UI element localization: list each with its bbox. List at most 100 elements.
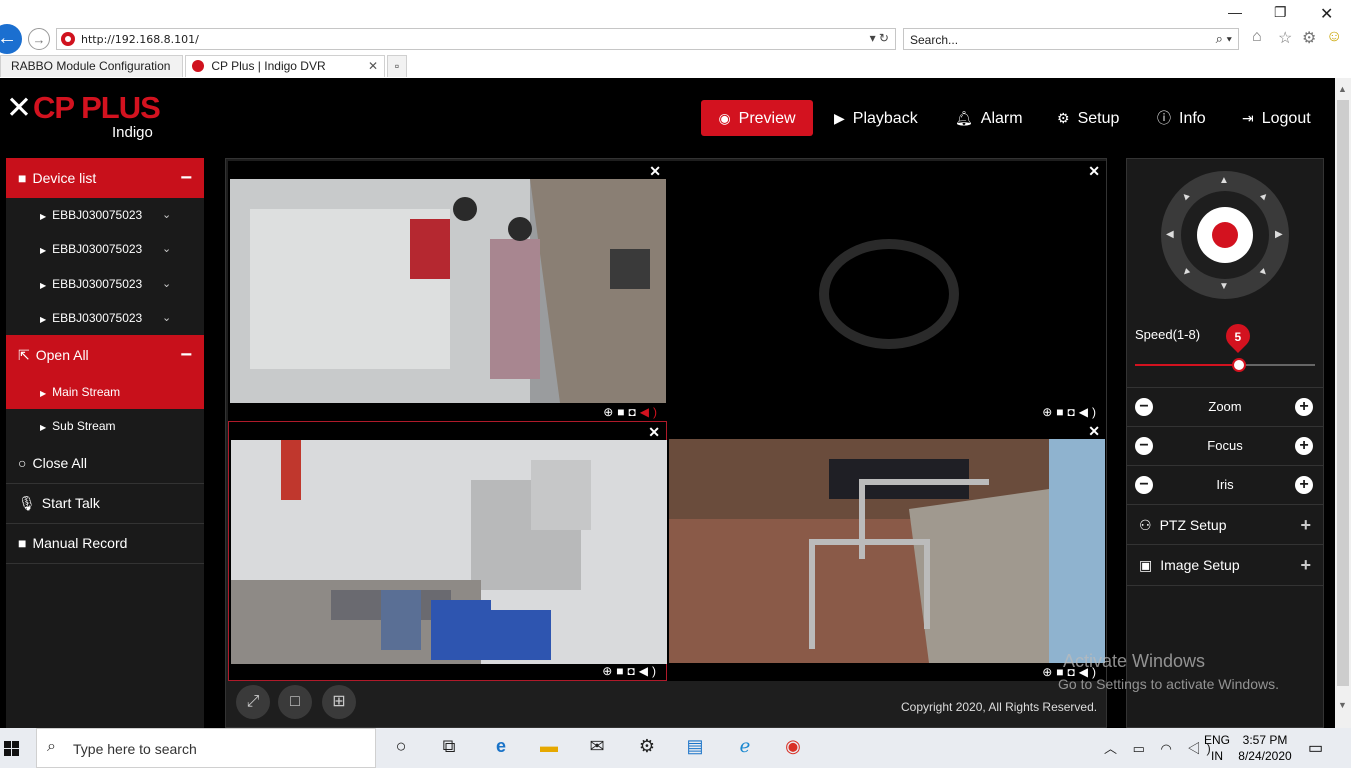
device-item[interactable]: ▶ EBBJ030075023 ⌄ bbox=[6, 198, 204, 232]
close-icon[interactable]: ✕ bbox=[648, 424, 660, 441]
arrow-down-left-icon[interactable]: ▼ bbox=[1179, 265, 1194, 280]
video-cell-3[interactable]: ✕ ⊕■◘◀) bbox=[228, 421, 667, 681]
file-explorer-icon[interactable]: ▬ bbox=[534, 736, 564, 757]
tab-cp-plus[interactable]: CP Plus | Indigo DVR ✕ bbox=[185, 55, 385, 77]
video-cell-1[interactable]: ✕ ⊕■◘◀) bbox=[228, 161, 667, 421]
device-item[interactable]: ▶ EBBJ030075023 ⌄ bbox=[6, 301, 204, 335]
audio-icon[interactable]: ◀) bbox=[639, 664, 660, 678]
focus-plus-button[interactable]: + bbox=[1295, 437, 1313, 455]
settings-icon[interactable]: ⚙ bbox=[632, 736, 662, 757]
address-bar[interactable]: http://192.168.8.101/ ▾ ↻ bbox=[56, 28, 896, 50]
arrow-left-icon[interactable]: ◀ bbox=[1166, 229, 1174, 240]
arrow-up-icon[interactable]: ▲ bbox=[1219, 175, 1229, 186]
stream-sub[interactable]: ▶ Sub Stream bbox=[6, 409, 204, 443]
nav-alarm[interactable]: 🔔︎ Alarm bbox=[955, 100, 1023, 136]
audio-icon[interactable]: ◀) bbox=[1079, 405, 1100, 419]
focus-minus-button[interactable]: − bbox=[1135, 437, 1153, 455]
arrow-down-right-icon[interactable]: ▼ bbox=[1257, 265, 1272, 280]
edge-icon[interactable]: e bbox=[486, 736, 516, 757]
record-icon[interactable]: ■ bbox=[616, 664, 627, 678]
iris-minus-button[interactable]: − bbox=[1135, 476, 1153, 494]
audio-icon[interactable]: ◀) bbox=[640, 405, 661, 419]
nav-setup[interactable]: ⚙ Setup bbox=[1057, 100, 1119, 136]
open-all-header[interactable]: ⇱ Open All − bbox=[6, 335, 204, 375]
tab-rabbo[interactable]: RABBO Module Configuration bbox=[0, 55, 183, 77]
snapshot-icon[interactable]: ◘ bbox=[1068, 405, 1079, 419]
record-icon[interactable]: ■ bbox=[617, 405, 628, 419]
manual-record-button[interactable]: ■ Manual Record bbox=[6, 524, 204, 564]
ptz-direction-pad[interactable]: ▲ ▼ ◀ ▶ ▲ ▲ ▼ ▼ bbox=[1161, 171, 1289, 299]
ptz-center-button[interactable] bbox=[1197, 207, 1253, 263]
new-tab-icon[interactable]: ▫ bbox=[387, 55, 407, 77]
start-talk-button[interactable]: 🎙︎ Start Talk bbox=[6, 484, 204, 524]
nav-logout[interactable]: ⇥ Logout bbox=[1242, 100, 1311, 136]
chevron-down-icon[interactable]: ⌄ bbox=[162, 232, 171, 266]
zoom-out-button[interactable]: − bbox=[1135, 398, 1153, 416]
internet-explorer-icon[interactable]: ℯ bbox=[730, 736, 760, 757]
expand-plus-icon[interactable]: + bbox=[1300, 545, 1311, 585]
zoom-in-icon[interactable]: ⊕ bbox=[1042, 405, 1056, 419]
search-icon[interactable]: ⌕ ▾ bbox=[1216, 31, 1232, 47]
scrollbar-thumb[interactable] bbox=[1337, 100, 1349, 686]
chevron-down-icon[interactable]: ⌄ bbox=[162, 198, 171, 232]
task-view-icon[interactable]: ⧉ bbox=[434, 736, 464, 757]
control-panel-icon[interactable]: ▤ bbox=[680, 736, 710, 757]
snapshot-icon[interactable]: ◘ bbox=[628, 664, 639, 678]
collapse-icon[interactable]: − bbox=[180, 335, 192, 375]
arrow-up-right-icon[interactable]: ▲ bbox=[1257, 189, 1272, 204]
fullscreen-icon[interactable]: ⤢ bbox=[236, 685, 270, 719]
device-item[interactable]: ▶ EBBJ030075023 ⌄ bbox=[6, 232, 204, 266]
close-window-icon[interactable]: ✕ bbox=[1320, 4, 1333, 24]
arrow-down-icon[interactable]: ▼ bbox=[1219, 281, 1229, 292]
device-item[interactable]: ▶ EBBJ030075023 ⌄ bbox=[6, 267, 204, 301]
stream-main[interactable]: ▶ Main Stream bbox=[6, 375, 204, 409]
zoom-in-button[interactable]: + bbox=[1295, 398, 1313, 416]
close-icon[interactable]: ✕ bbox=[1088, 423, 1100, 440]
scroll-down-icon[interactable]: ▼ bbox=[1338, 700, 1347, 710]
expand-plus-icon[interactable]: + bbox=[1300, 505, 1311, 545]
chrome-icon[interactable]: ◉ bbox=[778, 736, 808, 757]
collapse-icon[interactable]: − bbox=[180, 158, 192, 198]
system-tray-icons[interactable]: ︿ ▭ ◠ ◁) bbox=[1104, 738, 1217, 757]
browser-search-placeholder[interactable]: Search... bbox=[910, 33, 958, 47]
notifications-icon[interactable]: ▭ bbox=[1308, 738, 1323, 758]
image-setup-row[interactable]: ▣ Image Setup + bbox=[1127, 544, 1323, 586]
page-scrollbar[interactable]: ▲ ▼ bbox=[1335, 78, 1351, 728]
mail-icon[interactable]: ✉ bbox=[582, 736, 612, 757]
nav-preview[interactable]: ◉ Preview bbox=[701, 100, 813, 136]
record-icon[interactable]: ■ bbox=[1056, 405, 1067, 419]
ptz-setup-row[interactable]: ⚇ PTZ Setup + bbox=[1127, 504, 1323, 545]
language-indicator[interactable]: ENG IN bbox=[1204, 732, 1230, 764]
refresh-icon[interactable]: ▾ ↻ bbox=[870, 31, 889, 45]
zoom-in-icon[interactable]: ⊕ bbox=[1042, 665, 1056, 679]
speed-slider-handle[interactable] bbox=[1231, 358, 1246, 372]
snapshot-icon[interactable]: ◘ bbox=[629, 405, 640, 419]
nav-playback[interactable]: ▶ Playback bbox=[834, 100, 918, 136]
taskbar-search-placeholder[interactable]: Type here to search bbox=[73, 741, 197, 757]
zoom-in-icon[interactable]: ⊕ bbox=[603, 405, 617, 419]
arrow-right-icon[interactable]: ▶ bbox=[1275, 229, 1283, 240]
chevron-down-icon[interactable]: ⌄ bbox=[162, 301, 171, 335]
close-icon[interactable]: ✕ bbox=[649, 163, 661, 180]
quad-view-icon[interactable]: ⊞ bbox=[322, 685, 356, 719]
chevron-down-icon[interactable]: ⌄ bbox=[162, 267, 171, 301]
zoom-in-icon[interactable]: ⊕ bbox=[602, 664, 616, 678]
feedback-smiley-icon[interactable]: ☺ bbox=[1326, 28, 1342, 46]
back-button[interactable]: ← bbox=[0, 24, 22, 54]
nav-info[interactable]: ⓘ Info bbox=[1157, 100, 1206, 136]
arrow-up-left-icon[interactable]: ▲ bbox=[1179, 189, 1194, 204]
scroll-up-icon[interactable]: ▲ bbox=[1338, 84, 1347, 94]
video-cell-2[interactable]: ✕ ⊕■◘◀) bbox=[667, 161, 1106, 421]
video-cell-4[interactable]: ✕ ⊕■◘◀) bbox=[667, 421, 1106, 681]
restore-icon[interactable]: ❐ bbox=[1274, 4, 1287, 21]
home-icon[interactable]: ⌂ bbox=[1252, 28, 1262, 46]
speed-slider[interactable]: 5 bbox=[1135, 319, 1315, 372]
single-view-icon[interactable]: □ bbox=[278, 685, 312, 719]
browser-search-box[interactable]: Search... ⌕ ▾ bbox=[903, 28, 1239, 50]
address-url[interactable]: http://192.168.8.101/ bbox=[81, 33, 199, 46]
settings-gear-icon[interactable]: ⚙ bbox=[1302, 28, 1316, 48]
taskbar-search-box[interactable]: ⌕ Type here to search bbox=[36, 728, 376, 768]
device-list-header[interactable]: ■ Device list − bbox=[6, 158, 204, 198]
tab-close-icon[interactable]: ✕ bbox=[368, 56, 378, 77]
cortana-icon[interactable]: ○ bbox=[386, 736, 416, 757]
